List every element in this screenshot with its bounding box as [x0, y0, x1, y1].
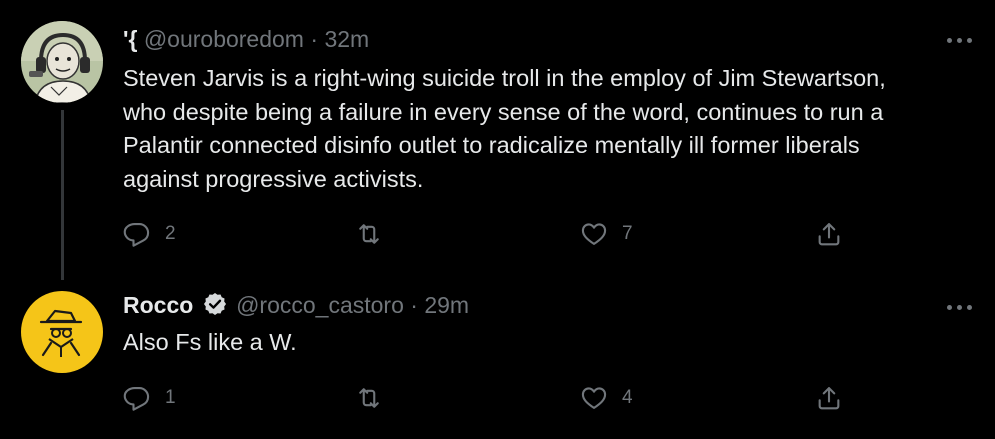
- tweet-actions: 1 4: [123, 382, 863, 414]
- thread-connector-line: [61, 110, 64, 280]
- tweet[interactable]: Rocco @rocco_castoro · 29m Also Fs like …: [0, 283, 995, 439]
- retweet-icon: [359, 224, 379, 244]
- display-name[interactable]: Rocco: [123, 292, 193, 318]
- tweet-header: '{ @ouroboredom · 32m: [123, 24, 369, 54]
- share-icon: [818, 387, 840, 410]
- tweet-text-line: Palantir connected disinfo outlet to rad…: [123, 132, 860, 158]
- separator-dot: ·: [410, 292, 418, 318]
- timestamp[interactable]: 29m: [424, 292, 469, 318]
- like-button[interactable]: 7: [580, 218, 633, 250]
- share-button[interactable]: [815, 218, 843, 250]
- tweet-header: Rocco @rocco_castoro · 29m: [123, 290, 469, 320]
- handle[interactable]: @ouroboredom: [144, 26, 304, 52]
- like-button[interactable]: 4: [580, 382, 633, 414]
- handle[interactable]: @rocco_castoro: [236, 292, 404, 318]
- tweet-text-line: against progressive activists.: [123, 165, 424, 192]
- reply-icon: [123, 387, 150, 411]
- separator-dot: ·: [310, 26, 319, 52]
- more-options-icon[interactable]: [945, 30, 975, 50]
- spy-detective-avatar-icon: [21, 291, 103, 373]
- avatar[interactable]: [21, 21, 103, 103]
- cartoon-podcaster-avatar-icon: [21, 21, 103, 103]
- heart-icon: [581, 387, 607, 409]
- like-count: 4: [622, 387, 633, 408]
- reply-button[interactable]: 1: [123, 382, 176, 414]
- reply-icon: [123, 223, 150, 247]
- share-button[interactable]: [815, 382, 843, 414]
- timestamp[interactable]: 32m: [324, 26, 369, 52]
- tweet-actions: 2 7: [123, 218, 863, 250]
- tweet-text: Steven Jarvis is a right-wing suicide tr…: [123, 62, 983, 196]
- retweet-button[interactable]: [355, 382, 397, 414]
- share-icon: [818, 223, 840, 246]
- reply-button[interactable]: 2: [123, 218, 176, 250]
- tweet-text: Also Fs like a W.: [123, 326, 983, 360]
- tweet[interactable]: '{ @ouroboredom · 32m Steven Jarvis is a…: [0, 0, 995, 283]
- more-options-icon[interactable]: [945, 297, 975, 317]
- verified-badge-icon[interactable]: [202, 291, 228, 317]
- avatar[interactable]: [21, 291, 103, 373]
- display-name[interactable]: '{: [123, 26, 137, 52]
- reply-count: 1: [165, 387, 176, 408]
- tweet-text-line: Also Fs like a W.: [123, 329, 297, 355]
- like-count: 7: [622, 223, 633, 244]
- tweet-text-line: who despite being a failure in every sen…: [123, 98, 884, 125]
- reply-count: 2: [165, 223, 176, 244]
- retweet-icon: [359, 388, 379, 408]
- heart-icon: [581, 223, 607, 245]
- tweet-text-line: Steven Jarvis is a right-wing suicide tr…: [123, 65, 886, 91]
- retweet-button[interactable]: [355, 218, 397, 250]
